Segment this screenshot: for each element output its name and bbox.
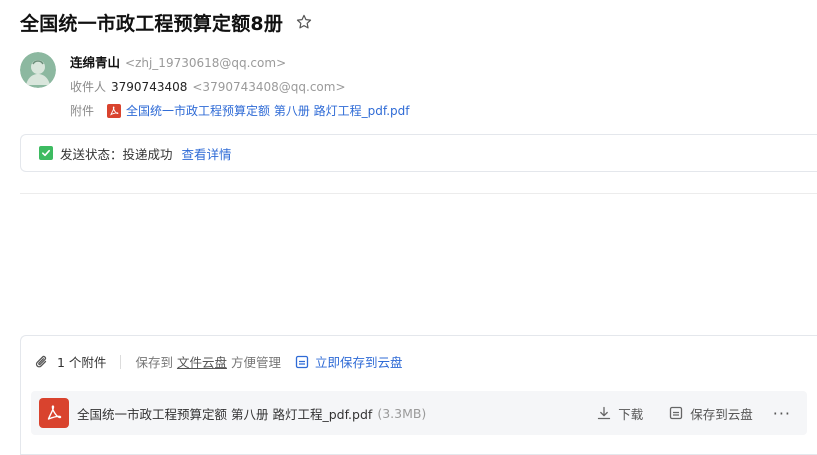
delivery-status-text: 发送状态：投递成功: [60, 146, 173, 162]
check-icon: [39, 146, 53, 160]
sender-name[interactable]: 连绵青山: [70, 51, 120, 75]
pdf-icon: [39, 398, 69, 428]
avatar[interactable]: [20, 52, 56, 88]
header-separator: [120, 354, 122, 369]
paperclip-icon: [35, 354, 49, 370]
save-to-prefix: 保存到: [135, 355, 173, 370]
attachment-filename[interactable]: 全国统一市政工程预算定额 第八册 路灯工程_pdf.pdf: [77, 404, 372, 423]
attachment-link[interactable]: 全国统一市政工程预算定额 第八册 路灯工程_pdf.pdf: [126, 99, 410, 123]
attachment-row: 附件 全国统一市政工程预算定额 第八册 路灯工程_pdf.pdf: [70, 99, 410, 123]
delivery-status-box: 发送状态：投递成功 查看详情: [20, 134, 817, 172]
save-to-cloud-button[interactable]: 保存到云盘: [669, 404, 753, 423]
save-cloud-icon: [670, 406, 683, 420]
sender-row: 连绵青山 <zhj_19730618@qq.com>: [70, 51, 410, 75]
save-to-cloud-label: 保存到云盘: [690, 406, 753, 422]
download-label: 下载: [618, 406, 644, 422]
attachment-label: 附件: [70, 104, 95, 118]
sender-email: <zhj_19730618@qq.com>: [125, 56, 287, 70]
recipient-label: 收件人: [70, 80, 107, 94]
save-to-suffix: 方便管理: [230, 355, 281, 370]
attachments-panel: 1 个附件 保存到 文件云盘 方便管理 立即保存到云盘 全国统一市政工程预算定额…: [20, 335, 817, 455]
attachments-header: 1 个附件 保存到 文件云盘 方便管理 立即保存到云盘: [35, 352, 403, 371]
mail-subject: 全国统一市政工程预算定额8册: [20, 12, 284, 35]
save-all-to-cloud-button[interactable]: 立即保存到云盘: [295, 352, 403, 371]
recipient-row: 收件人 3790743408 <3790743408@qq.com>: [70, 75, 410, 99]
save-all-to-cloud-label: 立即保存到云盘: [314, 355, 403, 370]
attachment-file-row[interactable]: 全国统一市政工程预算定额 第八册 路灯工程_pdf.pdf (3.3MB) 下载…: [31, 391, 807, 435]
pdf-icon: [107, 104, 122, 118]
divider: [20, 193, 817, 194]
attachment-count: 1 个附件: [57, 355, 107, 370]
recipient-name[interactable]: 3790743408: [111, 75, 187, 99]
attachment-size: (3.3MB): [377, 405, 427, 421]
recipient-email: <3790743408@qq.com>: [192, 80, 346, 94]
attachment-actions: 下载 保存到云盘 ···: [571, 391, 791, 435]
star-icon[interactable]: [295, 13, 313, 31]
mail-meta: 连绵青山 <zhj_19730618@qq.com> 收件人 379074340…: [70, 51, 410, 123]
subject-row: 全国统一市政工程预算定额8册: [20, 8, 313, 36]
more-icon[interactable]: ···: [773, 404, 791, 423]
download-button[interactable]: 下载: [597, 404, 643, 423]
download-icon: [598, 406, 611, 420]
cloud-save-icon: [295, 355, 309, 369]
view-details-link[interactable]: 查看详情: [182, 144, 232, 163]
file-cloud-link[interactable]: 文件云盘: [177, 352, 227, 371]
